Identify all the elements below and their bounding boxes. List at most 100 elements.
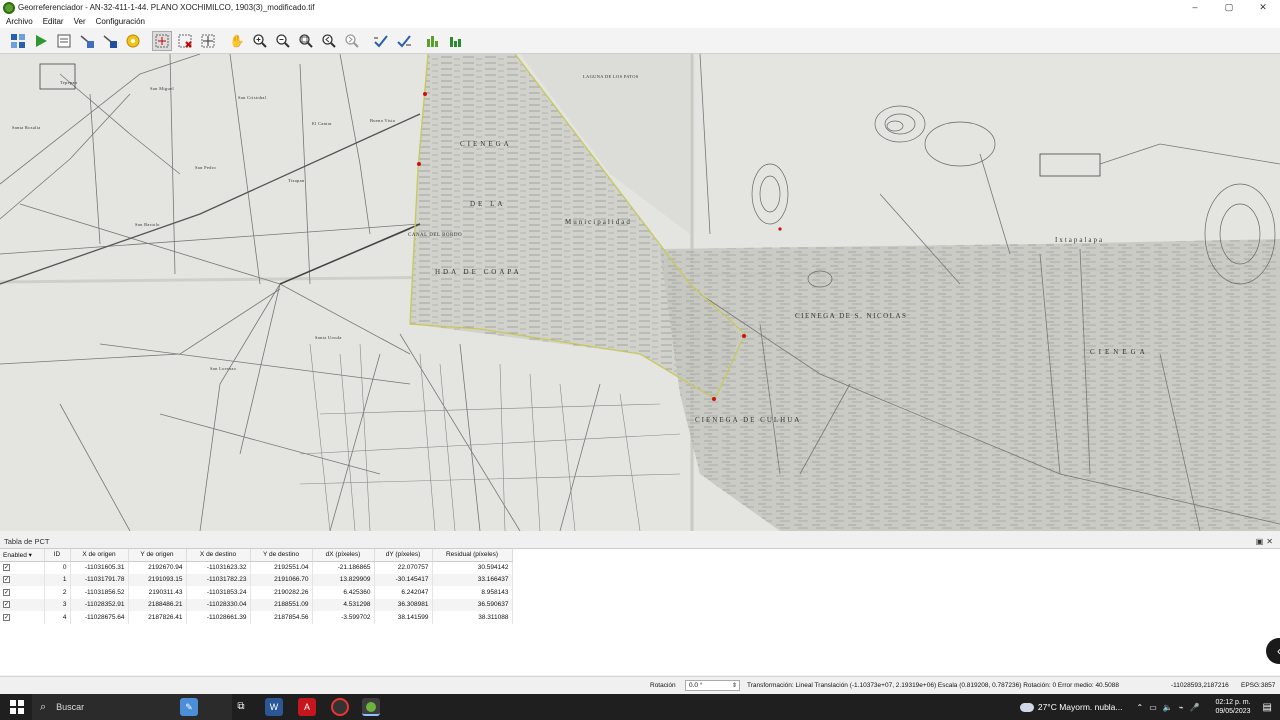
minimize-button[interactable]: – xyxy=(1178,0,1212,15)
col-dx[interactable]: dX (píxeles) xyxy=(312,549,375,562)
cell-y-destino[interactable]: 2190282.26 xyxy=(250,586,313,599)
table-row[interactable]: ✓ 2 -11031856.52 2190311.43 -11031853.24… xyxy=(0,586,513,599)
table-row[interactable]: ✓ 1 -11031791.78 2191093.15 -11031782.23… xyxy=(0,573,513,586)
col-x-destino[interactable]: X de destino xyxy=(186,549,251,562)
local-histogram-stretch-icon[interactable] xyxy=(446,31,466,51)
col-enabled[interactable]: Enabled ▾ xyxy=(0,549,45,562)
chrome-app-icon[interactable] xyxy=(331,698,349,716)
cell-dy: 38.141599 xyxy=(374,611,433,624)
table-row[interactable]: ✓ 4 -11028675.64 2187826.41 -11028661.39… xyxy=(0,611,513,624)
tray-icons[interactable]: ⌃▭🔈⌁🎤 xyxy=(1137,703,1206,712)
gcp-point-2[interactable] xyxy=(742,334,746,338)
save-gcp-icon[interactable] xyxy=(100,31,120,51)
table-row[interactable]: ✓ 3 -11028352.91 2188486.21 -11028330.04… xyxy=(0,598,513,611)
cell-y-origen[interactable]: 2187826.41 xyxy=(128,611,187,624)
cell-x-origen[interactable]: -11031856.52 xyxy=(70,586,129,599)
qgis-taskbar-icon[interactable] xyxy=(362,698,380,716)
cell-y-destino[interactable]: 2187854.56 xyxy=(250,611,313,624)
cell-x-origen[interactable]: -11028675.64 xyxy=(70,611,129,624)
cell-x-origen[interactable]: -11031605.31 xyxy=(70,561,129,574)
cloud-icon xyxy=(1019,702,1034,712)
close-button[interactable]: ✕ xyxy=(1246,0,1280,15)
menu-ver[interactable]: Ver xyxy=(74,17,86,26)
taskbar-search[interactable]: ⌕ Buscar xyxy=(32,694,232,720)
cell-y-origen[interactable]: 2191093.15 xyxy=(128,573,187,586)
table-row[interactable]: ✓ 0 -11031605.31 2192670.94 -11031623.32… xyxy=(0,561,513,574)
gcp-point-1[interactable] xyxy=(417,162,421,166)
clock-date: 09/05/2023 xyxy=(1215,708,1251,715)
windows-start-icon[interactable] xyxy=(10,700,24,714)
cell-y-destino[interactable]: 2191066.70 xyxy=(250,573,313,586)
pan-icon[interactable]: ✋ xyxy=(227,31,247,51)
enabled-checkbox[interactable]: ✓ xyxy=(3,588,10,596)
maximize-button[interactable]: ▢ xyxy=(1212,0,1246,15)
cell-dy: 36.308981 xyxy=(374,598,433,611)
taskbar-clock[interactable]: 02:12 p. m. 09/05/2023 xyxy=(1216,698,1251,716)
panel-float-close-icons[interactable]: ▣✕ xyxy=(1256,536,1276,548)
zoom-out-icon[interactable] xyxy=(273,31,293,51)
cell-id: 3 xyxy=(44,598,71,611)
cell-x-origen[interactable]: -11031791.78 xyxy=(70,573,129,586)
word-app-icon[interactable]: W xyxy=(265,698,283,716)
cell-y-origen[interactable]: 2188486.21 xyxy=(128,598,187,611)
cell-x-destino[interactable]: -11028661.39 xyxy=(186,611,251,624)
gcp-point-4[interactable] xyxy=(778,227,782,231)
task-view-icon[interactable]: ⧉ xyxy=(232,698,250,716)
cell-dy: 22.070757 xyxy=(374,561,433,574)
menu-bar: Archivo Editar Ver Configuración xyxy=(0,15,1280,28)
load-gcp-icon[interactable] xyxy=(77,31,97,51)
map-label-canal-del-bordo: CANAL DEL BORDO xyxy=(408,233,462,238)
col-residual[interactable]: Residual (píxeles) xyxy=(432,549,513,562)
transformation-settings-icon[interactable] xyxy=(123,31,143,51)
cell-y-destino[interactable]: 2188551.09 xyxy=(250,598,313,611)
zoom-last-icon[interactable] xyxy=(319,31,339,51)
move-gcp-icon[interactable] xyxy=(198,31,218,51)
weather-widget[interactable]: 27°C Mayorm. nubla... xyxy=(1019,702,1123,712)
clock-time: 02:12 p. m. xyxy=(1215,699,1251,706)
menu-editar[interactable]: Editar xyxy=(43,17,64,26)
cell-x-destino[interactable]: -11028330.04 xyxy=(186,598,251,611)
open-raster-icon[interactable] xyxy=(8,31,28,51)
col-y-destino[interactable]: Y de destino xyxy=(250,549,313,562)
full-histogram-stretch-icon[interactable] xyxy=(423,31,443,51)
col-dy[interactable]: dY (píxeles) xyxy=(374,549,433,562)
cell-dy: -30.145417 xyxy=(374,573,433,586)
cell-dx: 4.531298 xyxy=(312,598,375,611)
generate-gdal-script-icon[interactable] xyxy=(54,31,74,51)
spin-arrows-icon[interactable]: ⇕ xyxy=(732,681,737,691)
cell-x-destino[interactable]: -11031853.24 xyxy=(186,586,251,599)
menu-configuracion[interactable]: Configuración xyxy=(96,17,145,26)
zoom-to-layer-icon[interactable] xyxy=(296,31,316,51)
menu-archivo[interactable]: Archivo xyxy=(6,17,33,26)
delete-point-icon[interactable] xyxy=(175,31,195,51)
gcp-point-0[interactable] xyxy=(423,92,427,96)
col-id[interactable]: ID xyxy=(44,549,71,562)
add-point-icon[interactable] xyxy=(152,30,172,51)
zoom-next-icon[interactable] xyxy=(342,31,362,51)
zoom-in-icon[interactable] xyxy=(250,31,270,51)
cell-y-origen[interactable]: 2190311.43 xyxy=(128,586,187,599)
acrobat-app-icon[interactable]: A xyxy=(298,698,316,716)
link-georef-to-qgis-icon[interactable] xyxy=(371,31,391,51)
widget-app-icon[interactable]: ✎ xyxy=(180,698,198,716)
enabled-checkbox[interactable]: ✓ xyxy=(3,601,10,609)
cell-x-destino[interactable]: -11031623.32 xyxy=(186,561,251,574)
georeferencer-map-canvas[interactable]: CIENEGA DE LA Municipalidad HDA DE COAPA… xyxy=(0,54,1280,531)
link-qgis-to-georef-icon[interactable] xyxy=(394,31,414,51)
col-y-origen[interactable]: Y de origen xyxy=(128,549,187,562)
gcp-table-panel: Enabled ▾ ID X de origen Y de origen X d… xyxy=(0,548,1280,675)
enabled-checkbox[interactable]: ✓ xyxy=(3,564,10,571)
enabled-checkbox[interactable]: ✓ xyxy=(3,576,10,584)
cell-y-origen[interactable]: 2192670.94 xyxy=(128,561,187,574)
start-georeferencing-icon[interactable] xyxy=(31,31,51,51)
cell-y-destino[interactable]: 2192551.04 xyxy=(250,561,313,574)
notification-icon[interactable]: ▤ xyxy=(1263,702,1272,713)
enabled-checkbox[interactable]: ✓ xyxy=(3,613,10,621)
map-label-tepepan: Tepepan xyxy=(60,80,78,85)
gcp-point-3[interactable] xyxy=(712,397,716,401)
rotation-spinbox[interactable]: 0.0 ° ⇕ xyxy=(685,680,740,691)
col-x-origen[interactable]: X de origen xyxy=(70,549,129,562)
cell-x-origen[interactable]: -11028352.91 xyxy=(70,598,129,611)
crs-button[interactable]: EPSG:3857 xyxy=(1241,682,1275,689)
cell-x-destino[interactable]: -11031782.23 xyxy=(186,573,251,586)
